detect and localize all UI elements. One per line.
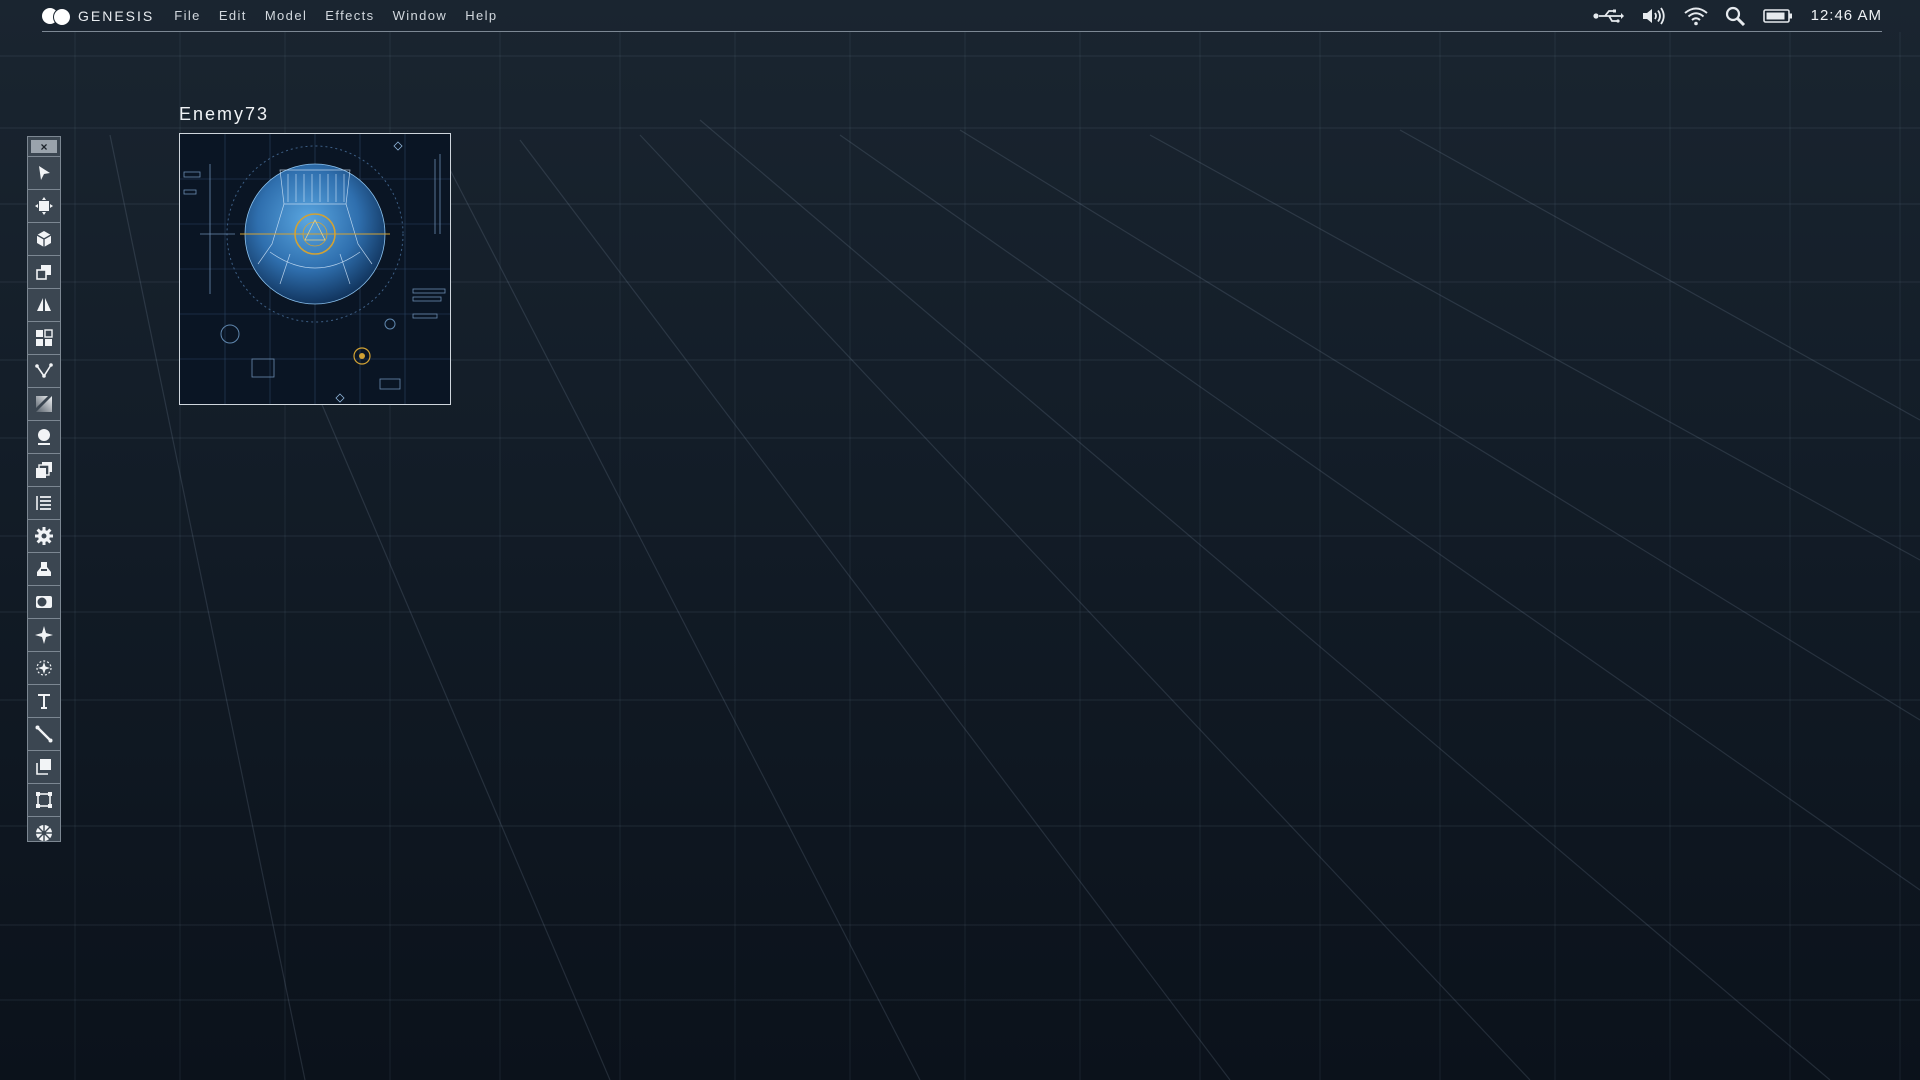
usb-icon[interactable] [1593, 7, 1625, 25]
mirror-icon [35, 296, 53, 314]
app-name[interactable]: GENESIS [78, 8, 154, 24]
tool-aperture[interactable] [28, 816, 60, 848]
menu-edit[interactable]: Edit [219, 8, 247, 23]
tool-vertex-path[interactable] [28, 354, 60, 386]
grid-line [639, 134, 1531, 1080]
move-icon [35, 196, 53, 215]
battery-icon[interactable] [1762, 8, 1793, 24]
contrast-toggle-icon [35, 593, 53, 611]
menu-file[interactable]: File [174, 8, 201, 23]
grid-line [1399, 129, 1920, 421]
grid-line [1149, 134, 1920, 561]
genesis-logo-icon[interactable] [42, 7, 72, 26]
crop-frame-icon [35, 791, 53, 809]
text-tool-icon [35, 692, 53, 710]
aperture-icon [35, 824, 53, 842]
wifi-icon[interactable] [1683, 6, 1709, 26]
close-icon: × [40, 139, 48, 154]
tool-light[interactable] [28, 651, 60, 683]
layer-icon [35, 758, 53, 776]
paint-bucket-icon [35, 560, 53, 578]
tool-sparkle[interactable] [28, 618, 60, 650]
toolbox-panel: × [27, 136, 61, 842]
grid-line [699, 119, 1831, 1080]
volume-icon[interactable] [1641, 6, 1667, 26]
tool-mirror[interactable] [28, 288, 60, 320]
menu-bar: GENESIS File Edit Model Effects Window H… [42, 0, 1882, 32]
cube-icon [35, 230, 53, 248]
tool-settings[interactable] [28, 519, 60, 551]
vertex-path-icon [35, 362, 53, 380]
tool-crop[interactable] [28, 783, 60, 815]
menu-model[interactable]: Model [265, 8, 307, 23]
tool-select[interactable] [28, 156, 60, 188]
gear-icon [35, 526, 53, 545]
duplicate-box-icon [35, 263, 53, 281]
sculpt-blob-icon [35, 428, 53, 446]
grid-line [839, 134, 1920, 891]
menu-effects[interactable]: Effects [325, 8, 374, 23]
tool-duplicate-box[interactable] [28, 255, 60, 287]
grid-line [519, 139, 1231, 1080]
tool-list[interactable] [28, 486, 60, 518]
tool-text[interactable] [28, 684, 60, 716]
blueprint-preview [180, 134, 450, 404]
tool-grid[interactable] [28, 321, 60, 353]
grid-line [319, 399, 611, 1080]
select-arrow-icon [35, 164, 53, 182]
window-title: Enemy73 [179, 104, 270, 124]
grid-line [444, 159, 921, 1080]
grid-tiles-icon [35, 328, 53, 347]
list-icon [35, 494, 53, 512]
menu-help[interactable]: Help [465, 8, 497, 23]
tool-cube[interactable] [28, 222, 60, 254]
gradient-fill-icon [35, 395, 53, 413]
tool-copy-stack[interactable] [28, 453, 60, 485]
window-thumbnail[interactable] [179, 133, 451, 405]
light-source-icon [35, 659, 53, 677]
tool-sculpt[interactable] [28, 420, 60, 452]
line-tool-icon [35, 725, 53, 743]
tool-gradient[interactable] [28, 387, 60, 419]
menu-window[interactable]: Window [393, 8, 448, 23]
clock: 12:46 AM [1810, 7, 1882, 24]
copy-stack-icon [35, 461, 53, 479]
tool-contrast[interactable] [28, 585, 60, 617]
tool-paint-bucket[interactable] [28, 552, 60, 584]
toolbox-close-button[interactable]: × [31, 140, 57, 153]
sparkle-icon [35, 625, 53, 644]
search-icon[interactable] [1725, 6, 1747, 26]
tool-layer[interactable] [28, 750, 60, 782]
tool-move[interactable] [28, 189, 60, 221]
tool-line[interactable] [28, 717, 60, 749]
